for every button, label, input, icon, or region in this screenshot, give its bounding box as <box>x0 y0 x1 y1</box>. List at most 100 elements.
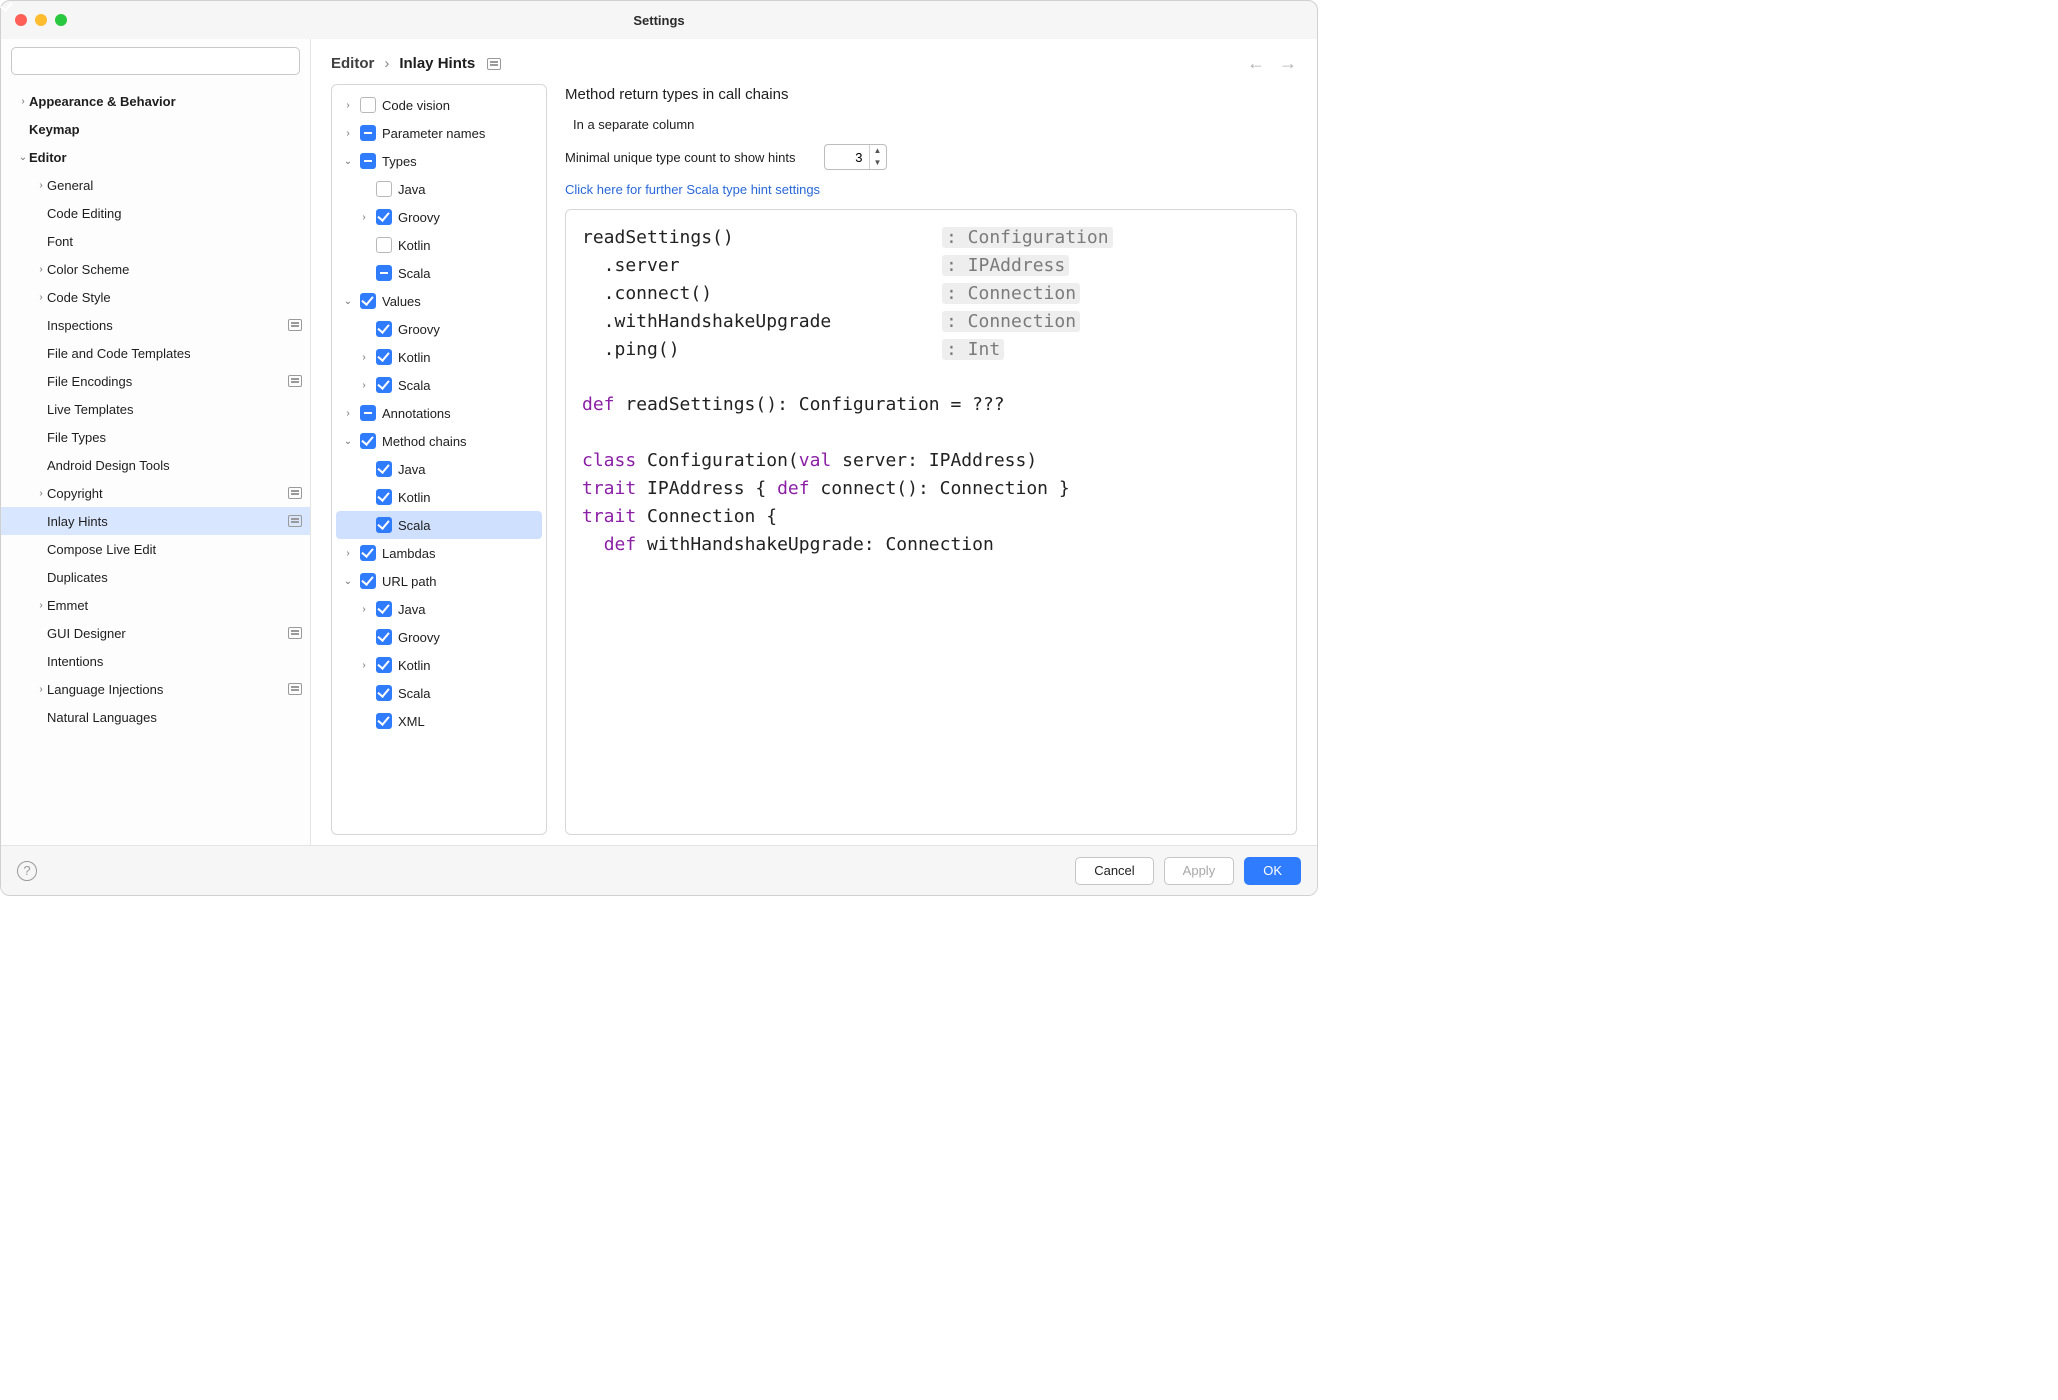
hint-tree-item[interactable]: Groovy <box>336 315 542 343</box>
hint-tree-item[interactable]: Java <box>336 175 542 203</box>
hint-tree-item[interactable]: Scala <box>336 259 542 287</box>
hint-tree-item[interactable]: ⌄Types <box>336 147 542 175</box>
hint-tree-item[interactable]: ›Java <box>336 595 542 623</box>
hint-checkbox[interactable] <box>376 181 392 197</box>
breadcrumb: Editor › Inlay Hints ← → <box>311 39 1317 84</box>
sidebar-item[interactable]: ›Appearance & Behavior <box>1 87 310 115</box>
sidebar-item[interactable]: Compose Live Edit <box>1 535 310 563</box>
hint-tree-item[interactable]: ›Kotlin <box>336 343 542 371</box>
hint-tree-item[interactable]: Java <box>336 455 542 483</box>
sidebar-item[interactable]: Android Design Tools <box>1 451 310 479</box>
hint-checkbox[interactable] <box>376 265 392 281</box>
hint-checkbox[interactable] <box>360 153 376 169</box>
hint-tree-item[interactable]: XML <box>336 707 542 735</box>
hint-tree-item[interactable]: ›Lambdas <box>336 539 542 567</box>
hint-tree-item[interactable]: ⌄URL path <box>336 567 542 595</box>
hint-checkbox[interactable] <box>376 209 392 225</box>
hint-checkbox[interactable] <box>376 601 392 617</box>
uniq-count-input[interactable] <box>825 150 869 165</box>
sidebar-item-label: Language Injections <box>47 682 282 697</box>
sidebar-item-label: GUI Designer <box>47 626 282 641</box>
hint-tree-item[interactable]: ›Annotations <box>336 399 542 427</box>
hint-checkbox[interactable] <box>376 629 392 645</box>
hint-checkbox[interactable] <box>376 517 392 533</box>
hint-tree-item[interactable]: ›Code vision <box>336 91 542 119</box>
hint-checkbox[interactable] <box>360 125 376 141</box>
uniq-count-stepper[interactable]: ▲ ▼ <box>824 144 887 170</box>
breadcrumb-root[interactable]: Editor <box>331 55 374 72</box>
hint-tree-item[interactable]: Kotlin <box>336 231 542 259</box>
sidebar-item[interactable]: Inspections <box>1 311 310 339</box>
sidebar-item[interactable]: ›General <box>1 171 310 199</box>
chevron-icon: › <box>358 660 370 671</box>
ok-button[interactable]: OK <box>1244 857 1301 885</box>
hint-checkbox[interactable] <box>360 573 376 589</box>
sidebar-item[interactable]: Font <box>1 227 310 255</box>
hint-checkbox[interactable] <box>376 685 392 701</box>
hint-tree-item[interactable]: ⌄ Values <box>336 287 542 315</box>
hint-checkbox[interactable] <box>360 293 376 309</box>
stepper-up-icon[interactable]: ▲ <box>870 145 886 157</box>
hint-checkbox[interactable] <box>376 349 392 365</box>
hint-checkbox[interactable] <box>376 489 392 505</box>
search-input[interactable] <box>11 47 300 75</box>
hint-checkbox[interactable] <box>360 405 376 421</box>
sidebar-item[interactable]: Intentions <box>1 647 310 675</box>
sidebar-item[interactable]: Code Editing <box>1 199 310 227</box>
back-button[interactable]: ← <box>1247 53 1265 74</box>
chevron-icon: ⌄ <box>342 296 354 307</box>
hint-checkbox[interactable] <box>376 237 392 253</box>
hint-checkbox[interactable] <box>360 97 376 113</box>
stepper-down-icon[interactable]: ▼ <box>870 157 886 169</box>
scope-badge-icon <box>288 487 302 499</box>
hint-tree-item[interactable]: ›Parameter names <box>336 119 542 147</box>
sidebar-item[interactable]: Keymap <box>1 115 310 143</box>
hint-tree-label: Values <box>382 294 421 309</box>
hint-tree-item[interactable]: ›Kotlin <box>336 651 542 679</box>
sidebar-item[interactable]: ›Code Style <box>1 283 310 311</box>
apply-button[interactable]: Apply <box>1164 857 1235 885</box>
sidebar-item[interactable]: Live Templates <box>1 395 310 423</box>
hint-tree-item[interactable]: Groovy <box>336 623 542 651</box>
help-button[interactable]: ? <box>17 861 37 881</box>
hint-categories-tree[interactable]: ›Code vision›Parameter names⌄TypesJava›G… <box>331 84 547 835</box>
hint-checkbox[interactable] <box>360 545 376 561</box>
sidebar-item[interactable]: ›Color Scheme <box>1 255 310 283</box>
hint-tree-label: Java <box>398 182 425 197</box>
sidebar-item[interactable]: ›Emmet <box>1 591 310 619</box>
sidebar-item[interactable]: File and Code Templates <box>1 339 310 367</box>
hint-checkbox[interactable] <box>360 433 376 449</box>
sidebar-item[interactable]: File Types <box>1 423 310 451</box>
hint-tree-item[interactable]: ›Scala <box>336 371 542 399</box>
hint-checkbox[interactable] <box>376 713 392 729</box>
scala-hint-settings-link[interactable]: Click here for further Scala type hint s… <box>565 182 1297 197</box>
sidebar-item-label: Android Design Tools <box>47 458 302 473</box>
sidebar-item[interactable]: File Encodings <box>1 367 310 395</box>
hint-tree-item[interactable]: Scala <box>336 511 542 539</box>
sidebar-item[interactable]: ›Language Injections <box>1 675 310 703</box>
settings-tree[interactable]: ›Appearance & BehaviorKeymap⌄Editor›Gene… <box>1 83 310 845</box>
hint-checkbox[interactable] <box>376 377 392 393</box>
sidebar-item[interactable]: Natural Languages <box>1 703 310 731</box>
hint-tree-item[interactable]: Kotlin <box>336 483 542 511</box>
forward-button[interactable]: → <box>1279 53 1297 74</box>
sidebar-item[interactable]: ⌄Editor <box>1 143 310 171</box>
sidebar-item[interactable]: ›Copyright <box>1 479 310 507</box>
sidebar-item[interactable]: GUI Designer <box>1 619 310 647</box>
hint-tree-item[interactable]: ›Groovy <box>336 203 542 231</box>
sidebar-item-label: Live Templates <box>47 402 302 417</box>
settings-sidebar: ›Appearance & BehaviorKeymap⌄Editor›Gene… <box>1 39 311 845</box>
hint-checkbox[interactable] <box>376 321 392 337</box>
hint-checkbox[interactable] <box>376 461 392 477</box>
hint-tree-item[interactable]: Scala <box>336 679 542 707</box>
sidebar-item-label: General <box>47 178 302 193</box>
cancel-button[interactable]: Cancel <box>1075 857 1153 885</box>
sidebar-item-label: Compose Live Edit <box>47 542 302 557</box>
chevron-icon: › <box>35 600 47 611</box>
hint-checkbox[interactable] <box>376 657 392 673</box>
hint-tree-item[interactable]: ⌄Method chains <box>336 427 542 455</box>
sidebar-item[interactable]: Duplicates <box>1 563 310 591</box>
sidebar-item[interactable]: Inlay Hints <box>1 507 310 535</box>
scope-badge-icon <box>288 375 302 387</box>
chevron-icon: › <box>358 212 370 223</box>
